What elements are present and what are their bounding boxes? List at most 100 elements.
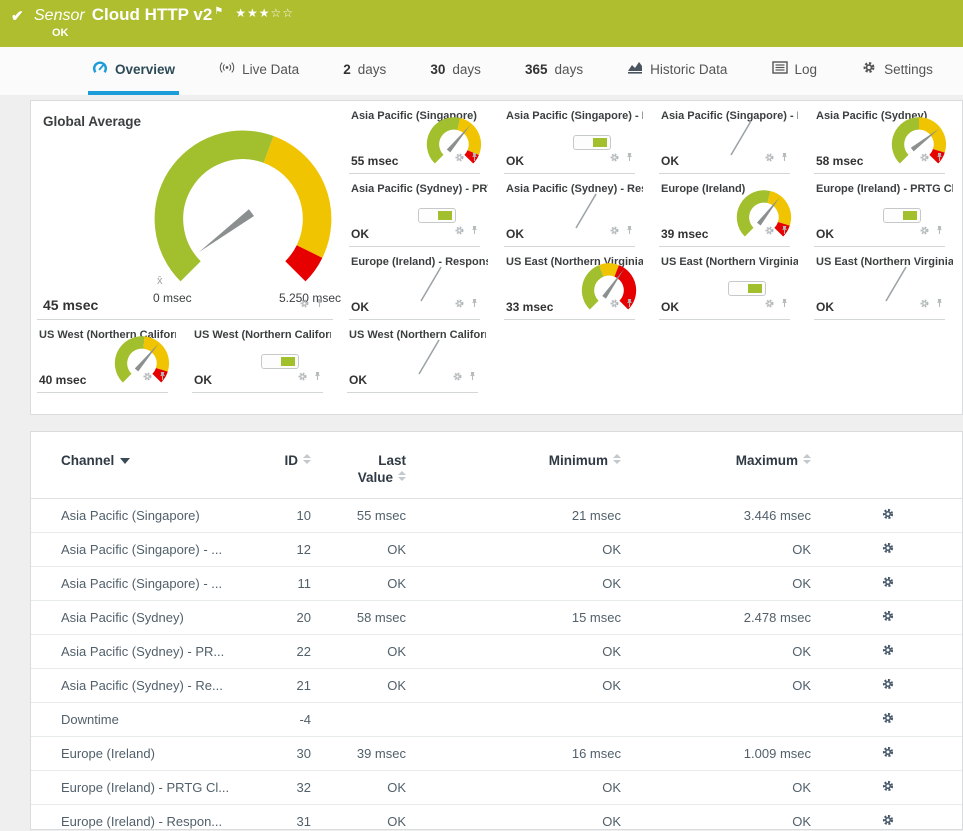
tab-live-data[interactable]: Live Data [215, 47, 303, 95]
channel-gear-icon[interactable] [454, 296, 465, 314]
column-header-id[interactable]: ID [256, 432, 311, 499]
pin-icon[interactable] [469, 150, 480, 168]
global-average-title: Global Average [43, 114, 142, 129]
channel-settings-button[interactable] [881, 746, 895, 762]
pin-icon[interactable] [934, 150, 945, 168]
channel-gear-icon[interactable] [142, 369, 153, 387]
tile-value: OK [351, 300, 369, 314]
cell-id: 30 [256, 736, 311, 771]
channel-settings-button[interactable] [881, 678, 895, 694]
channel-settings-button[interactable] [881, 610, 895, 626]
column-header-last-value[interactable]: Last Value [311, 432, 406, 499]
sorted-desc-icon [120, 458, 131, 464]
column-header-minimum[interactable]: Minimum [406, 432, 621, 499]
cell-channel[interactable]: Asia Pacific (Singapore) - ... [31, 532, 256, 567]
flag-icon[interactable]: ⚑ [214, 6, 223, 17]
pin-icon[interactable] [779, 150, 790, 168]
cell-channel[interactable]: Asia Pacific (Singapore) - ... [31, 566, 256, 601]
tab-overview[interactable]: Overview [88, 47, 180, 95]
tab-settings[interactable]: Settings [857, 47, 937, 95]
tab-label: days [554, 61, 584, 77]
cell-channel[interactable]: Downtime [31, 702, 256, 737]
chart-icon [627, 60, 643, 78]
channel-gear-icon[interactable] [609, 150, 620, 168]
table-row: Asia Pacific (Sydney) 20 58 msec 15 msec 2.4… [31, 600, 962, 635]
priority-stars[interactable]: ★★★☆☆ [235, 6, 294, 20]
pin-icon[interactable] [467, 369, 478, 387]
sort-icon[interactable] [613, 454, 621, 464]
channel-gear-icon[interactable] [919, 223, 930, 241]
column-header-channel[interactable]: Channel [31, 432, 256, 499]
channel-settings-button[interactable] [881, 508, 895, 524]
cell-minimum [406, 702, 621, 737]
channel-gear-icon[interactable] [919, 150, 930, 168]
cell-id: 21 [256, 668, 311, 703]
table-row: Asia Pacific (Sydney) - Re... 21 OK OK OK [31, 668, 962, 703]
cell-maximum: 2.478 msec [621, 600, 811, 635]
channel-tile-asia-pacific-sydney-respo: Asia Pacific (Sydney) - Respo...OK [498, 174, 653, 247]
tab-30-days[interactable]: 30 days [426, 47, 485, 95]
sort-icon[interactable] [803, 454, 811, 464]
tab-log[interactable]: Log [768, 47, 822, 95]
pin-icon[interactable] [624, 296, 635, 314]
tab-number: 2 [343, 61, 351, 77]
channel-settings-button[interactable] [881, 780, 895, 796]
tab-historic-data[interactable]: Historic Data [623, 47, 731, 95]
channel-gear-icon[interactable] [764, 296, 775, 314]
tab-365-days[interactable]: 365 days [521, 47, 587, 95]
cell-minimum: OK [406, 532, 621, 567]
pin-icon[interactable] [312, 369, 323, 387]
cell-channel[interactable]: Asia Pacific (Singapore) [31, 498, 256, 533]
pin-icon[interactable] [624, 223, 635, 241]
channel-settings-button[interactable] [881, 576, 895, 592]
pin-icon[interactable] [157, 369, 168, 387]
pin-icon[interactable] [934, 296, 945, 314]
channel-settings-button[interactable] [881, 644, 895, 660]
status-toggle-indicator [573, 135, 611, 150]
cell-channel[interactable]: Asia Pacific (Sydney) [31, 600, 256, 635]
channel-gear-icon[interactable] [919, 296, 930, 314]
channel-table: Channel ID Last Value Minimum Maximum Asia Pa… [31, 432, 962, 829]
sort-icon[interactable] [398, 471, 406, 481]
pin-icon[interactable] [314, 296, 325, 314]
pin-icon[interactable] [779, 296, 790, 314]
global-average-value: 45 msec [43, 297, 99, 313]
pin-icon[interactable] [779, 223, 790, 241]
needle-indicator [571, 190, 601, 232]
tab-bar: Overview Live Data 2 days 30 days 365 days Histo… [0, 47, 963, 95]
gauge-min-label: 0 msec [153, 291, 192, 305]
cell-channel[interactable]: Europe (Ireland) [31, 736, 256, 771]
channel-gear-icon[interactable] [609, 296, 620, 314]
channel-gear-icon[interactable] [454, 223, 465, 241]
channel-gear-icon[interactable] [764, 223, 775, 241]
channel-gear-icon[interactable] [764, 150, 775, 168]
pin-icon[interactable] [934, 223, 945, 241]
channel-gear-icon[interactable] [452, 369, 463, 387]
needle-indicator [881, 263, 911, 305]
pin-icon[interactable] [624, 150, 635, 168]
header-label: Minimum [548, 453, 608, 468]
channel-gear-icon[interactable] [609, 223, 620, 241]
channel-gear-icon[interactable] [454, 150, 465, 168]
cell-maximum: OK [621, 668, 811, 703]
channel-settings-button[interactable] [881, 712, 895, 728]
cell-channel[interactable]: Asia Pacific (Sydney) - Re... [31, 668, 256, 703]
column-header-maximum[interactable]: Maximum [621, 432, 811, 499]
channel-settings-button[interactable] [881, 542, 895, 558]
cell-channel[interactable]: Europe (Ireland) - PRTG Cl... [31, 770, 256, 805]
tile-value: 40 msec [39, 373, 87, 387]
channel-settings-button[interactable] [881, 814, 895, 829]
tile-title: Asia Pacific (Sydney) - PRTG ... [351, 183, 488, 195]
pin-icon[interactable] [469, 296, 480, 314]
table-row: Asia Pacific (Sydney) - PR... 22 OK OK OK [31, 634, 962, 669]
cell-channel[interactable]: Asia Pacific (Sydney) - PR... [31, 634, 256, 669]
cell-minimum: OK [406, 804, 621, 829]
tab-2-days[interactable]: 2 days [339, 47, 390, 95]
channel-tile-asia-pacific-singapore-res: Asia Pacific (Singapore) - Res...OK [653, 101, 808, 174]
pin-icon[interactable] [469, 223, 480, 241]
channel-gear-icon[interactable] [297, 369, 308, 387]
cell-channel[interactable]: Europe (Ireland) - Respon... [31, 804, 256, 829]
tab-number: 365 [525, 61, 548, 77]
sort-icon[interactable] [303, 454, 311, 464]
channel-gear-icon[interactable] [299, 296, 310, 314]
